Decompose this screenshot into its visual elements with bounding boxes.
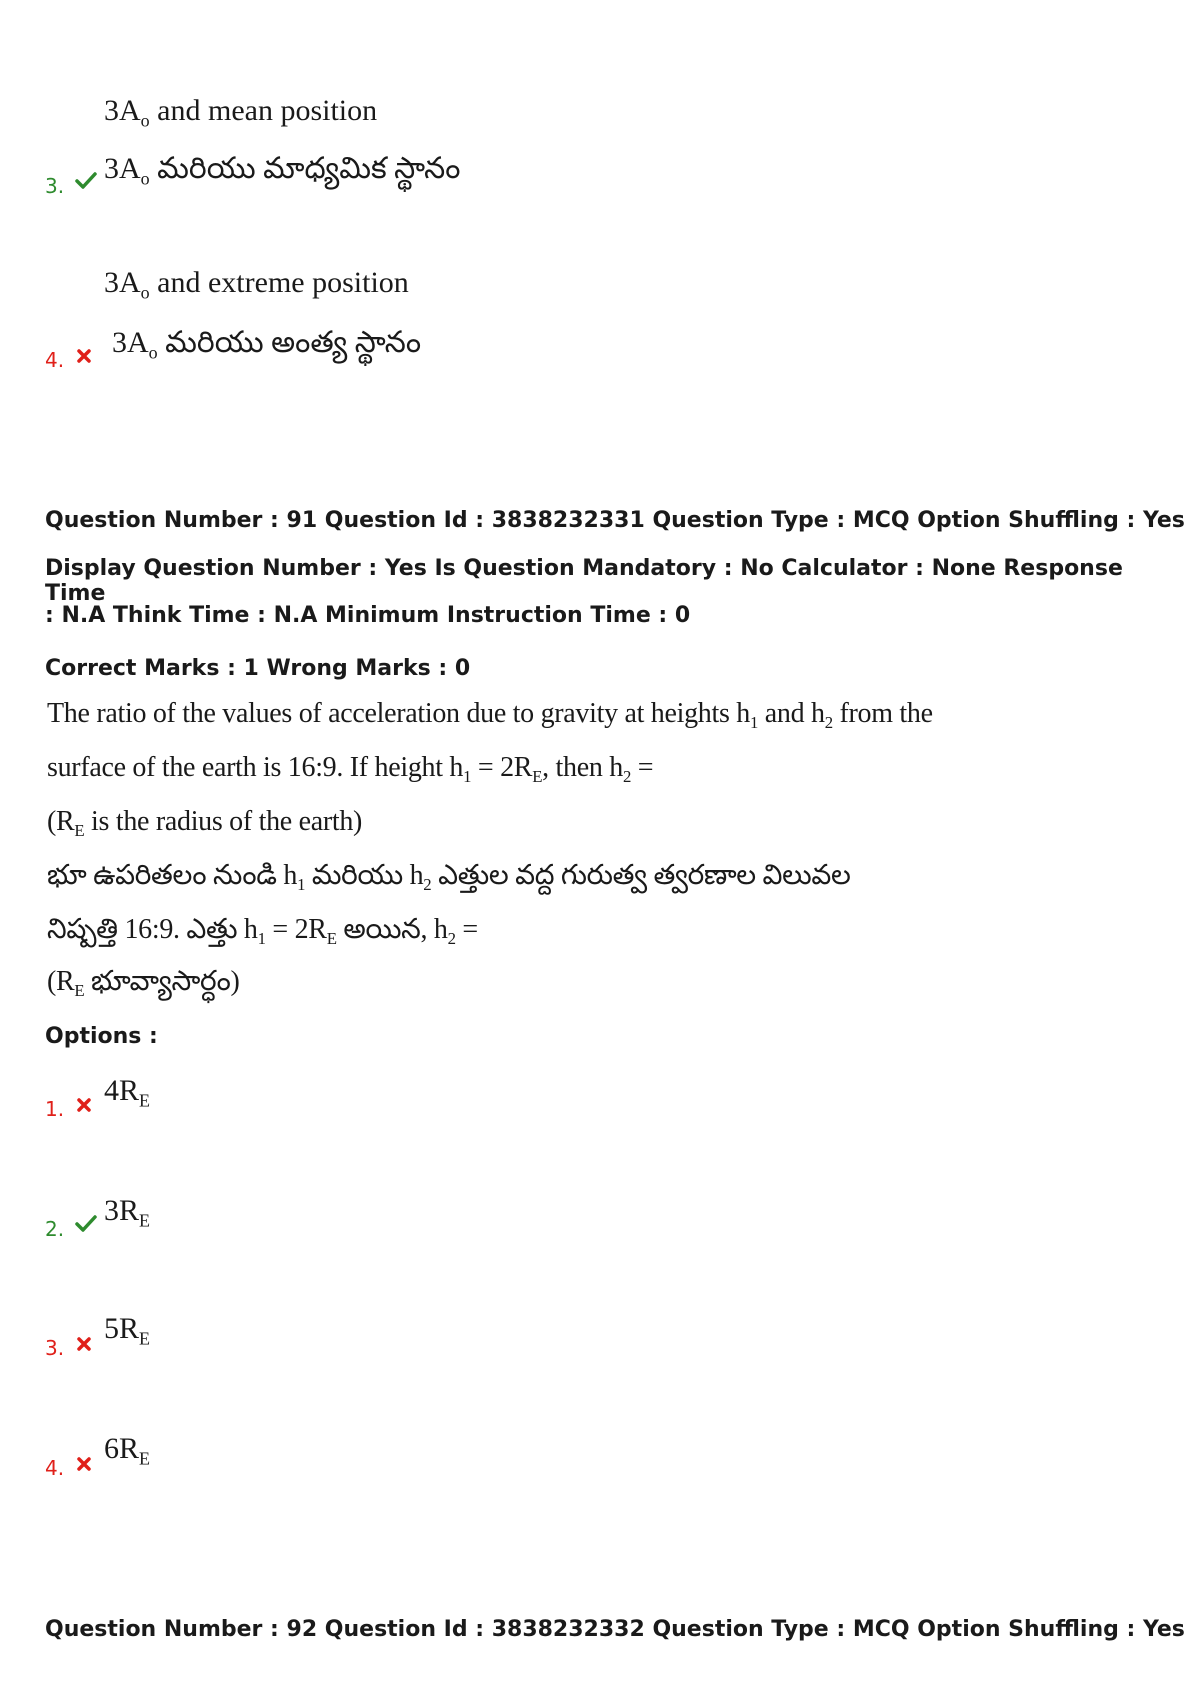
question91-english-line2: surface of the earth is 16:9. If height … xyxy=(47,752,654,786)
option3-number: 3. xyxy=(45,1336,65,1360)
prev-option4-english: 3Ao and extreme position xyxy=(104,266,409,303)
question91-telugu-line1: భూ ఉపరితలం నుండి h1 మరియు h2 ఎత్తుల వద్ద… xyxy=(47,860,851,894)
cross-icon xyxy=(76,348,92,369)
question92-meta-line1: Question Number : 92 Question Id : 38382… xyxy=(45,1617,1185,1642)
question91-meta-line3: : N.A Think Time : N.A Minimum Instructi… xyxy=(45,603,691,628)
question91-telugu-line2: నిష్పత్తి 16:9. ఎత్తు h1 = 2RE అయిన, h2 … xyxy=(47,914,478,948)
cross-icon xyxy=(76,1456,92,1477)
option4-value[interactable]: 6RE xyxy=(104,1432,150,1467)
question91-english-line1: The ratio of the values of acceleration … xyxy=(47,698,933,732)
question91-meta-line1: Question Number : 91 Question Id : 38382… xyxy=(45,508,1185,533)
options-label: Options : xyxy=(45,1024,158,1049)
question91-telugu-line3: (RE భూవ్యాసార్ధం) xyxy=(47,966,240,1000)
prev-option3-number: 3. xyxy=(45,174,65,198)
option1-number: 1. xyxy=(45,1097,65,1121)
prev-option4-number: 4. xyxy=(45,348,65,372)
prev-option3-telugu: 3Ao మరియు మాధ్యమిక స్థానం xyxy=(104,152,461,189)
option3-value[interactable]: 5RE xyxy=(104,1312,150,1347)
option4-number: 4. xyxy=(45,1456,65,1480)
cross-icon xyxy=(76,1336,92,1357)
check-icon xyxy=(75,170,97,195)
option2-value[interactable]: 3RE xyxy=(104,1194,150,1229)
check-icon xyxy=(75,1213,97,1238)
question91-meta-line2: Display Question Number : Yes Is Questio… xyxy=(45,556,1123,606)
question91-marks: Correct Marks : 1 Wrong Marks : 0 xyxy=(45,656,471,681)
prev-option4-telugu: 3Ao మరియు అంత్య స్థానం xyxy=(112,326,422,363)
cross-icon xyxy=(76,1097,92,1118)
option1-value[interactable]: 4RE xyxy=(104,1074,150,1109)
prev-option3-english: 3Ao and mean position xyxy=(104,94,378,131)
option2-number: 2. xyxy=(45,1217,65,1241)
question91-english-line3: (RE is the radius of the earth) xyxy=(47,806,363,840)
